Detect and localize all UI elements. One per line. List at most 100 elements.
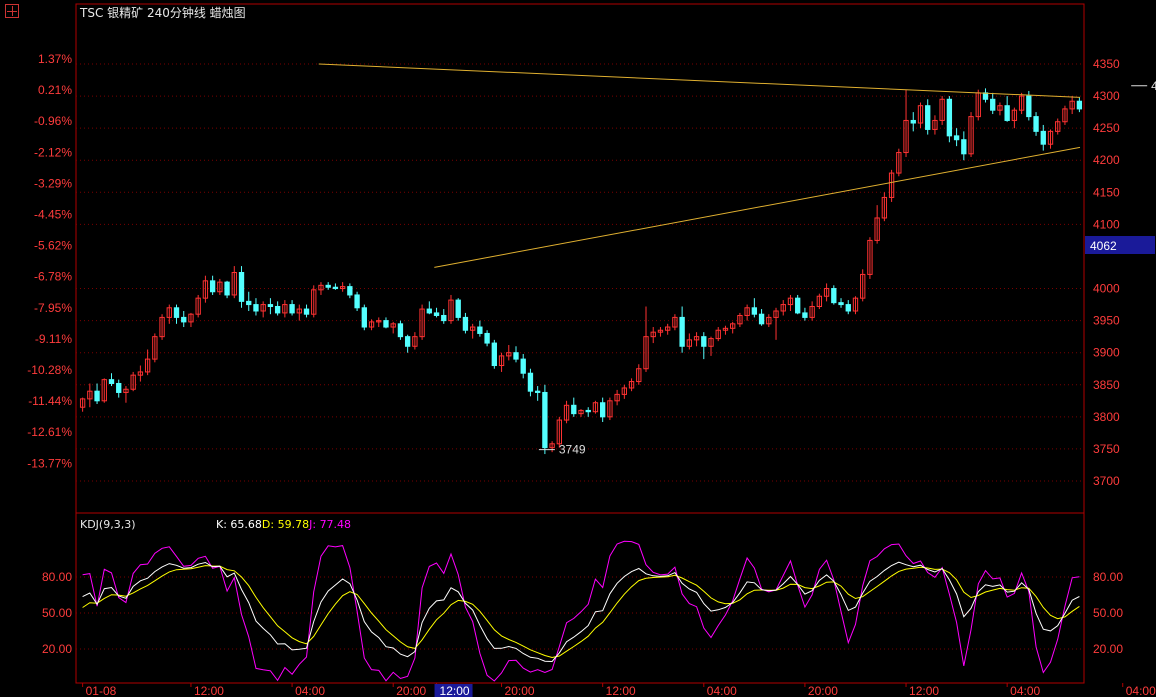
time-tick-label: 04:00 — [1010, 684, 1040, 697]
candle-down — [332, 286, 339, 290]
candle-down — [441, 314, 447, 322]
kdj-tick-label-right: 50.00 — [1093, 606, 1123, 620]
price-tick-label: 3800 — [1093, 410, 1120, 424]
candle-down — [433, 312, 440, 316]
time-tick-label: 04:00 — [295, 684, 325, 697]
candle-down — [831, 288, 837, 304]
kdj-tick-label-left: 50.00 — [42, 606, 72, 620]
trendlines — [318, 63, 1081, 268]
candle-down — [94, 390, 100, 402]
plot-border — [75, 3, 1085, 684]
candle-down — [462, 316, 469, 331]
price-tick-label: 4150 — [1093, 185, 1120, 199]
candle-down — [426, 308, 432, 314]
axis-labels: 4350 4300 4250 4200 4150 4100 4000 3950 3900 3850… — [27, 52, 1156, 697]
price-tick-label: 4250 — [1093, 121, 1120, 135]
candle-down — [982, 92, 989, 100]
candle-down — [325, 284, 331, 288]
time-tick-label: 12:00 — [606, 684, 636, 697]
candle-down — [679, 316, 685, 347]
candle-down — [845, 304, 851, 312]
candle-down — [925, 105, 931, 130]
candle-down — [701, 336, 707, 347]
time-tick-label: 20:00 — [505, 684, 535, 697]
time-tick-label: 20:00 — [396, 684, 426, 697]
candle-down — [491, 342, 497, 367]
time-tick-label: 12:00 — [440, 684, 470, 697]
price-annotations: 4316 3749 — [538, 79, 1156, 457]
trendline — [434, 146, 1081, 268]
time-tick-label: 04:00 — [1126, 684, 1156, 697]
candle-down — [246, 300, 252, 306]
d-value: 59.78 — [278, 518, 310, 531]
candle-down — [838, 302, 844, 306]
candle-down — [1076, 100, 1083, 110]
time-tick-label: 20:00 — [808, 684, 838, 697]
candle-down — [477, 326, 483, 334]
candle-down — [953, 135, 960, 141]
price-tick-label: 4200 — [1093, 153, 1120, 167]
percent-tick-label: -4.45% — [34, 208, 72, 222]
percent-tick-label: -13.77% — [27, 456, 72, 470]
price-tick-label: 3750 — [1093, 442, 1120, 456]
candle-down — [116, 382, 122, 393]
price-tick-label: 4300 — [1093, 89, 1120, 103]
candle-down — [404, 336, 411, 347]
price-tick-label: 3850 — [1093, 378, 1120, 392]
kdj-tick-label-right: 20.00 — [1093, 642, 1123, 656]
current-price-label: 4062 — [1090, 239, 1117, 253]
candle-down — [484, 332, 490, 344]
price-tick-label: 3950 — [1093, 314, 1120, 328]
candle-down — [383, 320, 389, 328]
candle-down — [267, 304, 274, 308]
j-label: J: — [308, 518, 319, 531]
percent-tick-label: -3.29% — [34, 176, 72, 190]
percent-tick-label: 0.21% — [38, 83, 72, 97]
trendline — [318, 63, 1081, 98]
crosshair-toggle-icon[interactable] — [5, 4, 19, 18]
kdj-tick-label-right: 80.00 — [1093, 570, 1123, 584]
candlestick-series — [79, 88, 1083, 455]
chart-canvas[interactable]: 4316 3749 4350 4300 4250 4200 4150 4100 4000 395… — [0, 0, 1156, 697]
k-value: 65.68 — [230, 518, 262, 531]
kdj-tick-label-left: 80.00 — [42, 570, 72, 584]
candle-down — [354, 294, 360, 309]
kdj-readout: K: 65.68D: 59.78J: 77.48 — [216, 518, 351, 531]
candle-down — [289, 304, 295, 314]
percent-tick-label: -2.12% — [34, 145, 72, 159]
d-label: D: — [262, 518, 278, 531]
annotation-label: 3749 — [559, 443, 586, 457]
candle-down — [397, 323, 404, 338]
candle-down — [585, 409, 591, 413]
candle-down — [542, 391, 548, 449]
candle-down — [534, 390, 541, 393]
candle-down — [108, 379, 115, 384]
percent-tick-label: -5.62% — [34, 239, 72, 253]
time-tick-label: 12:00 — [909, 684, 939, 697]
candle-down — [571, 404, 577, 415]
candle-down — [274, 306, 281, 314]
percent-tick-label: -7.95% — [34, 301, 72, 315]
candle-down — [1033, 116, 1039, 132]
candle-down — [802, 312, 808, 318]
time-tick-label: 12:00 — [194, 684, 224, 697]
j-value: 77.48 — [320, 518, 352, 531]
candle-down — [209, 280, 216, 293]
percent-tick-label: -6.78% — [34, 270, 72, 284]
percent-tick-label: 1.37% — [38, 52, 72, 66]
k-label: K: — [216, 518, 230, 531]
candle-down — [600, 402, 606, 418]
candle-down — [181, 316, 187, 323]
candle-down — [520, 358, 526, 374]
percent-tick-label: -12.61% — [27, 425, 72, 439]
candle-down — [303, 308, 310, 315]
price-tick-label: 3700 — [1093, 474, 1120, 488]
candle-down — [946, 98, 953, 137]
candle-down — [361, 307, 367, 328]
candle-down — [910, 119, 916, 124]
candle-down — [1004, 105, 1010, 121]
percent-tick-label: -0.96% — [34, 114, 72, 128]
candle-down — [795, 297, 801, 314]
candle-down — [751, 307, 758, 315]
candle-down — [224, 281, 230, 296]
